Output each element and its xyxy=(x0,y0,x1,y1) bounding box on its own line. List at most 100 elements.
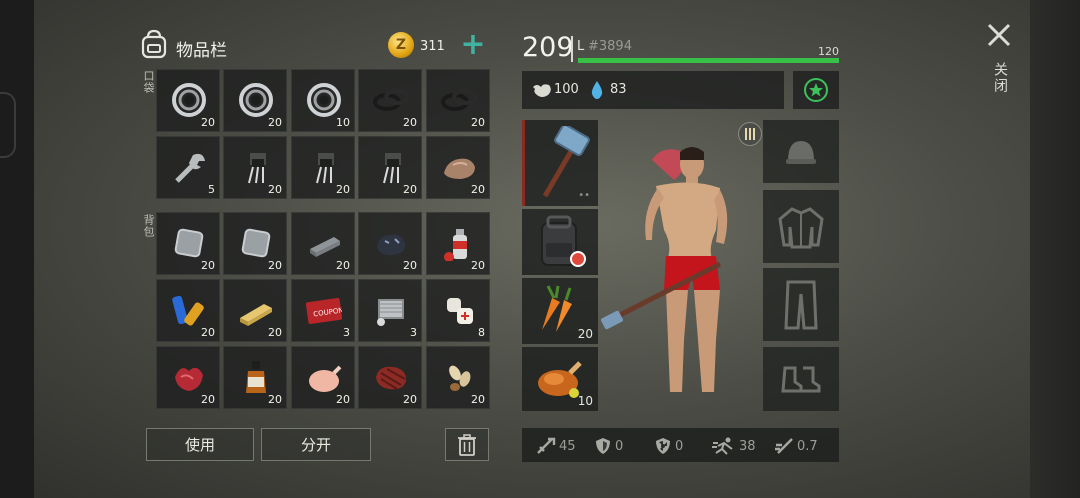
raw-meat-icon xyxy=(175,367,203,391)
pocket-slot[interactable]: 5 xyxy=(156,136,220,199)
item-quantity: 20 xyxy=(471,259,485,272)
backpack-slot[interactable]: 8 xyxy=(426,279,490,342)
close-icon[interactable] xyxy=(986,22,1012,48)
pocket-slot[interactable]: 20 xyxy=(223,69,287,132)
add-coins-button[interactable]: + xyxy=(458,30,488,60)
pocket-slot[interactable]: 20 xyxy=(358,136,422,199)
spray-paint-icon xyxy=(444,229,467,261)
player-id: #3894 xyxy=(588,39,632,54)
item-quantity: 5 xyxy=(208,183,215,196)
food-value: 100 xyxy=(554,82,579,97)
attack-speed-icon xyxy=(775,438,793,454)
backpack-slot[interactable]: 20 xyxy=(291,346,355,409)
radiation-icon xyxy=(656,438,670,454)
body-gear-slot[interactable] xyxy=(763,190,839,263)
backpack-slot[interactable]: 20 xyxy=(358,212,422,275)
backpack-slot[interactable]: 20 xyxy=(223,346,287,409)
item-quantity: 20 xyxy=(471,393,485,406)
sledgehammer-icon xyxy=(542,126,590,198)
discard-button[interactable] xyxy=(445,428,489,461)
defense-icon xyxy=(596,438,610,454)
backpack-icon xyxy=(541,215,586,267)
transistor-icon xyxy=(248,153,266,184)
feet-gear-slot[interactable] xyxy=(763,347,839,411)
backpack-slot[interactable]: 20 xyxy=(223,279,287,342)
item-quantity: 20 xyxy=(336,259,350,272)
attack-speed-value: 0.7 xyxy=(797,438,818,454)
radiation-value: 0 xyxy=(675,438,684,454)
stomach-icon xyxy=(533,84,551,97)
backpack-slot[interactable]: 20 xyxy=(156,346,220,409)
batteries-icon xyxy=(172,295,204,326)
xp-bar xyxy=(578,58,839,63)
gold-bar-icon xyxy=(240,304,272,326)
pockets-label: 口袋 xyxy=(142,70,155,94)
item-quantity: 3 xyxy=(343,326,350,339)
inventory-title: 物品栏 xyxy=(176,41,227,61)
backpack-slot[interactable]: 20 xyxy=(156,279,220,342)
legs-gear-slot[interactable] xyxy=(763,268,839,341)
water-drop-icon xyxy=(591,81,603,99)
item-quantity: 3 xyxy=(410,326,417,339)
bearing-icon xyxy=(307,83,341,117)
level-separator xyxy=(571,36,573,62)
device-frame-right xyxy=(1030,0,1080,498)
backpack-slot[interactable]: COUPON 3 xyxy=(291,279,355,342)
pocket-slot[interactable]: 10 xyxy=(291,69,355,132)
xp-bar-fill xyxy=(578,58,839,63)
roast-chicken-qty: 10 xyxy=(577,394,593,408)
attack-icon xyxy=(537,437,556,454)
item-quantity: 20 xyxy=(471,183,485,196)
backpack-slot[interactable]: 20 xyxy=(291,212,355,275)
iron-ingot-icon xyxy=(310,237,340,257)
weapon-slot[interactable]: •• xyxy=(522,120,598,206)
backpack-slot[interactable]: 20 xyxy=(426,212,490,275)
boots-icon xyxy=(781,366,821,393)
pocket-slot[interactable]: 20 xyxy=(223,136,287,199)
helmet-icon xyxy=(786,140,816,164)
weapon-durability-dots: •• xyxy=(578,190,590,201)
close-label[interactable]: 关闭 xyxy=(990,62,1010,94)
item-quantity: 20 xyxy=(403,183,417,196)
pocket-slot[interactable]: 20 xyxy=(358,69,422,132)
use-button[interactable]: 使用 xyxy=(146,428,254,461)
backpack-slot[interactable] xyxy=(522,209,598,275)
backpack-header-icon xyxy=(141,29,167,59)
metal-plate-icon xyxy=(241,228,271,258)
speed-stat: 38 xyxy=(712,437,756,455)
pocket-food-slot[interactable]: 20 xyxy=(522,278,598,344)
wrench-icon xyxy=(175,153,205,183)
pocket-food-slot-2[interactable]: 10 xyxy=(522,347,598,411)
jacket-icon xyxy=(778,206,824,248)
engine-part-icon xyxy=(377,299,404,326)
item-quantity: 20 xyxy=(403,259,417,272)
backpack-slot[interactable]: 3 xyxy=(358,279,422,342)
backpack-slot[interactable]: 20 xyxy=(358,346,422,409)
pocket-slot[interactable]: 20 xyxy=(426,136,490,199)
backpack-slot[interactable]: 20 xyxy=(426,346,490,409)
pants-icon xyxy=(784,280,818,329)
stone-icon xyxy=(444,158,475,179)
head-gear-slot[interactable] xyxy=(763,120,839,183)
raw-chicken-icon xyxy=(309,365,342,392)
item-quantity: 20 xyxy=(471,116,485,129)
transistor-icon xyxy=(383,153,401,184)
pocket-slot[interactable]: 20 xyxy=(156,69,220,132)
attack-stat: 45 xyxy=(536,437,576,455)
attack-value: 45 xyxy=(559,438,576,454)
pocket-slot[interactable]: 20 xyxy=(426,69,490,132)
backpack-slot[interactable]: 20 xyxy=(223,212,287,275)
item-quantity: 20 xyxy=(201,259,215,272)
radiation-stat: 0 xyxy=(654,437,683,455)
split-button[interactable]: 分开 xyxy=(261,428,371,461)
device-frame-left xyxy=(0,0,34,498)
water-value: 83 xyxy=(610,82,627,97)
favorite-button[interactable] xyxy=(793,71,839,109)
bearing-icon xyxy=(239,83,273,117)
pocket-slot[interactable]: 20 xyxy=(291,136,355,199)
item-quantity: 10 xyxy=(336,116,350,129)
rubber-seal-icon xyxy=(441,89,477,111)
star-badge-icon xyxy=(804,78,828,102)
backpack-slot[interactable]: 20 xyxy=(156,212,220,275)
character-model xyxy=(601,147,728,392)
